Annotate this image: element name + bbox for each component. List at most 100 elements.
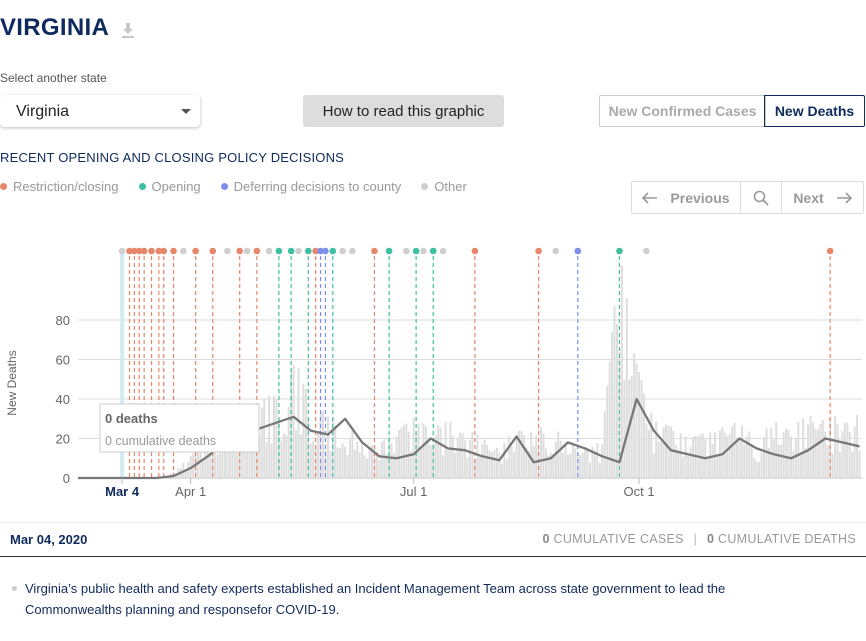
bar <box>812 422 814 478</box>
bar <box>260 407 263 478</box>
bar <box>491 451 494 478</box>
bar <box>201 461 204 478</box>
bar <box>748 431 751 478</box>
bar <box>682 456 685 478</box>
bar <box>562 452 565 478</box>
policy-event-dot[interactable] <box>265 247 273 255</box>
bar <box>439 428 442 478</box>
x-tick-label: Mar 4 <box>105 484 140 499</box>
policy-event-dot[interactable] <box>329 247 337 255</box>
policy-event-dot[interactable] <box>385 247 393 255</box>
policy-event-dot[interactable] <box>209 247 217 255</box>
policy-event-dot[interactable] <box>552 247 560 255</box>
policy-event-dot[interactable] <box>295 247 302 255</box>
policy-event-dot[interactable] <box>420 247 427 255</box>
y-tick-label: 20 <box>56 432 70 447</box>
bar <box>358 452 361 478</box>
deferring-dot-icon <box>220 183 228 190</box>
policy-event-dot[interactable] <box>371 247 378 255</box>
policy-event-dot[interactable] <box>243 247 251 255</box>
bar <box>755 461 758 478</box>
bar <box>726 436 729 478</box>
bar <box>368 449 371 478</box>
footer-divider <box>0 556 866 557</box>
policy-event-dot[interactable] <box>180 247 187 255</box>
bar <box>623 379 626 478</box>
deaths-chart[interactable]: 0 20 40 60 80 New Deaths Mar 4 Apr 1 Jul 1 Oct 1… <box>0 240 866 505</box>
bar <box>723 432 726 478</box>
bar <box>557 431 560 478</box>
policy-event-dot[interactable] <box>253 247 261 255</box>
policy-event-dot[interactable] <box>616 247 623 255</box>
policy-event-dot[interactable] <box>148 247 155 255</box>
policy-event-dot[interactable] <box>429 247 437 255</box>
bar <box>816 429 819 478</box>
bar <box>758 461 761 478</box>
bar <box>691 437 694 478</box>
bar <box>459 432 462 478</box>
policy-event-dot[interactable] <box>287 247 295 255</box>
previous-button[interactable]: Previous <box>632 182 741 213</box>
bar <box>317 431 320 478</box>
bar <box>299 434 302 478</box>
tab-new-deaths[interactable]: New Deaths <box>764 95 865 127</box>
policy-event-dot[interactable] <box>236 247 243 255</box>
policy-event-dot[interactable] <box>349 247 356 255</box>
policy-event-dot[interactable] <box>140 247 148 255</box>
section-title: RECENT OPENING AND CLOSING POLICY DECISI… <box>0 150 345 165</box>
policy-event-dot[interactable] <box>118 247 126 255</box>
bar <box>740 425 743 478</box>
bar <box>777 444 780 478</box>
bar <box>309 443 312 478</box>
bar <box>378 459 381 478</box>
bar <box>471 431 474 478</box>
y-tick-label: 60 <box>56 353 70 368</box>
cases-label: CUMULATIVE CASES <box>553 532 684 546</box>
policy-event-dot[interactable] <box>305 247 312 255</box>
y-tick-label: 40 <box>56 392 70 407</box>
bar <box>515 435 518 478</box>
policy-event-dot[interactable] <box>170 247 177 255</box>
policy-event-dot[interactable] <box>224 247 231 255</box>
policy-event-dot[interactable] <box>192 247 199 255</box>
stats-separator: | <box>693 532 698 546</box>
policy-event-dot[interactable] <box>439 247 447 255</box>
bar <box>846 422 849 478</box>
policy-event-dot[interactable] <box>275 247 283 255</box>
policy-legend: Restriction/closing Opening Deferring de… <box>0 179 487 194</box>
state-select-value: Virginia <box>16 103 70 120</box>
bar <box>397 429 400 478</box>
bar <box>606 385 609 478</box>
policy-event-dot[interactable] <box>339 247 346 255</box>
event-pager: Previous Next <box>631 181 864 214</box>
policy-event-dot[interactable] <box>322 247 329 255</box>
policy-event-dot[interactable] <box>403 247 410 255</box>
search-button[interactable] <box>741 182 782 213</box>
bar <box>853 426 856 478</box>
next-button[interactable]: Next <box>782 182 863 213</box>
bar <box>199 451 202 478</box>
policy-event-dot[interactable] <box>535 247 542 255</box>
bar <box>295 430 298 478</box>
bar <box>336 447 339 478</box>
policy-event-dot[interactable] <box>574 247 582 255</box>
bar <box>763 437 765 478</box>
select-state-label: Select another state <box>0 71 107 85</box>
policy-event-dot[interactable] <box>643 247 650 255</box>
policy-event-dot[interactable] <box>826 247 834 255</box>
bar <box>772 439 775 478</box>
tab-new-confirmed-cases[interactable]: New Confirmed Cases <box>599 95 766 127</box>
bar <box>792 451 795 478</box>
bar <box>380 441 383 478</box>
policy-event-dot[interactable] <box>471 247 479 255</box>
bar <box>544 448 547 478</box>
bar <box>657 441 660 478</box>
bar <box>535 435 538 478</box>
how-to-read-button[interactable]: How to read this graphic <box>303 95 504 127</box>
bar <box>677 449 680 478</box>
download-icon[interactable] <box>120 22 136 40</box>
state-select[interactable]: Virginia <box>0 95 200 127</box>
policy-event-dot[interactable] <box>412 247 420 255</box>
bar <box>819 423 822 478</box>
policy-event-dot[interactable] <box>160 247 168 255</box>
